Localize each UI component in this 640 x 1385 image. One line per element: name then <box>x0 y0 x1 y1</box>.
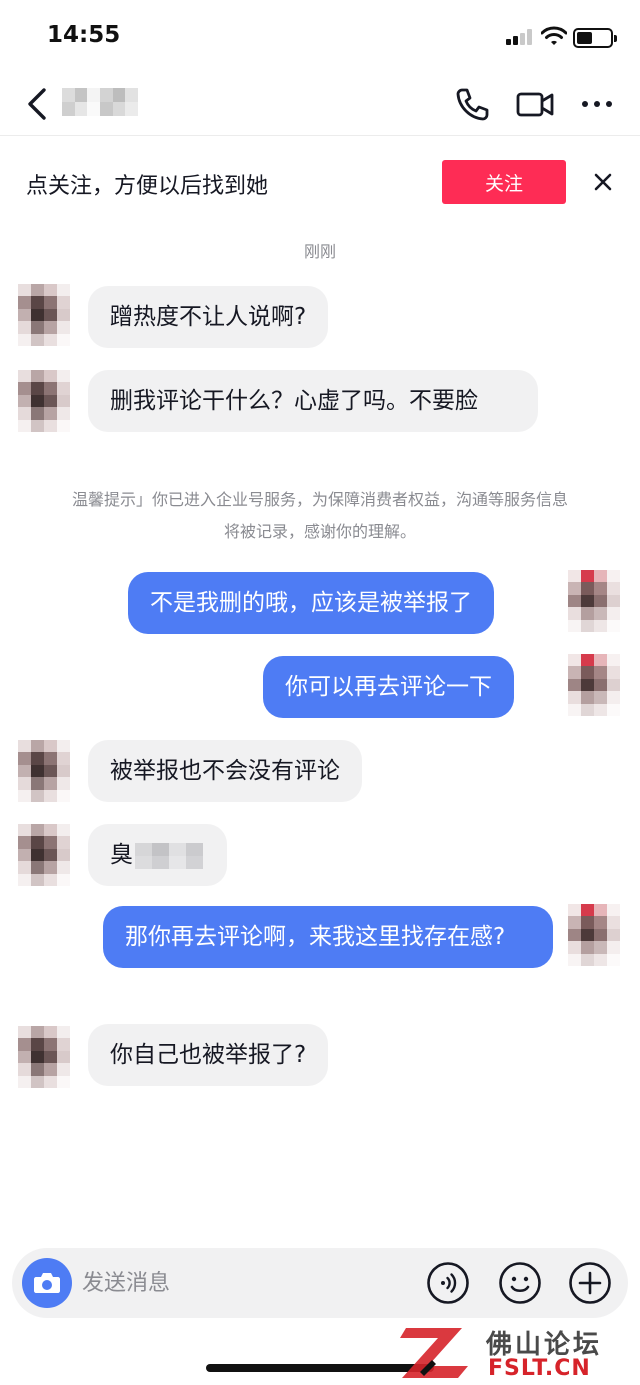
chat-header <box>0 72 640 136</box>
watermark-logo-icon <box>400 1328 468 1378</box>
status-time: 14:55 <box>47 22 121 48</box>
time-divider: 刚刚 <box>303 242 336 261</box>
message-bubble-incoming: 臭 <box>88 824 227 886</box>
contact-avatar[interactable] <box>18 824 70 886</box>
status-bar: 14:55 <box>0 0 640 72</box>
follow-banner: 点关注，方便以后找到她 关注 <box>0 137 640 227</box>
watermark-domain: FSLT.CN <box>488 1356 591 1381</box>
message-bubble-outgoing: 那你再去评论啊，来我这里找存在感? <box>103 906 553 968</box>
close-icon[interactable] <box>588 167 618 197</box>
contact-avatar[interactable] <box>18 284 70 346</box>
battery-icon <box>573 28 617 48</box>
contact-name-redacted <box>62 88 138 116</box>
video-camera-icon[interactable] <box>515 84 555 124</box>
message-bubble-outgoing: 不是我删的哦，应该是被举报了 <box>128 572 494 634</box>
more-icon[interactable] <box>578 84 618 124</box>
my-avatar[interactable] <box>568 904 620 966</box>
emoji-icon[interactable] <box>498 1261 542 1305</box>
camera-icon[interactable] <box>22 1258 72 1308</box>
back-icon[interactable] <box>20 84 56 124</box>
my-avatar[interactable] <box>568 654 620 716</box>
my-avatar[interactable] <box>568 570 620 632</box>
contact-avatar[interactable] <box>18 1026 70 1088</box>
site-watermark: 佛山论坛 FSLT.CN <box>398 1322 634 1384</box>
follow-prompt-text: 点关注，方便以后找到她 <box>26 174 269 199</box>
message-bubble-incoming: 蹭热度不让人说啊? <box>88 286 329 348</box>
message-text: 臭 <box>110 842 133 868</box>
phone-icon[interactable] <box>452 84 492 124</box>
redacted-text-blur <box>135 842 203 869</box>
cellular-signal-icon <box>506 29 532 45</box>
message-input[interactable] <box>82 1263 402 1303</box>
contact-avatar[interactable] <box>18 740 70 802</box>
voice-icon[interactable] <box>426 1261 470 1305</box>
message-bubble-outgoing: 你可以再去评论一下 <box>263 656 514 718</box>
message-bubble-incoming: 被举报也不会没有评论 <box>88 740 362 802</box>
message-bubble-incoming: 你自己也被举报了? <box>88 1024 329 1086</box>
plus-icon[interactable] <box>568 1261 612 1305</box>
system-notice: 温馨提示」你已进入企业号服务，为保障消费者权益，沟通等服务信息将被记录，感谢你的… <box>71 490 568 541</box>
message-bubble-incoming: 删我评论干什么？心虚了吗。不要脸 <box>88 370 538 432</box>
contact-avatar[interactable] <box>18 370 70 432</box>
follow-button[interactable]: 关注 <box>442 160 566 204</box>
wifi-icon <box>540 26 568 50</box>
message-input-bar <box>12 1248 628 1318</box>
